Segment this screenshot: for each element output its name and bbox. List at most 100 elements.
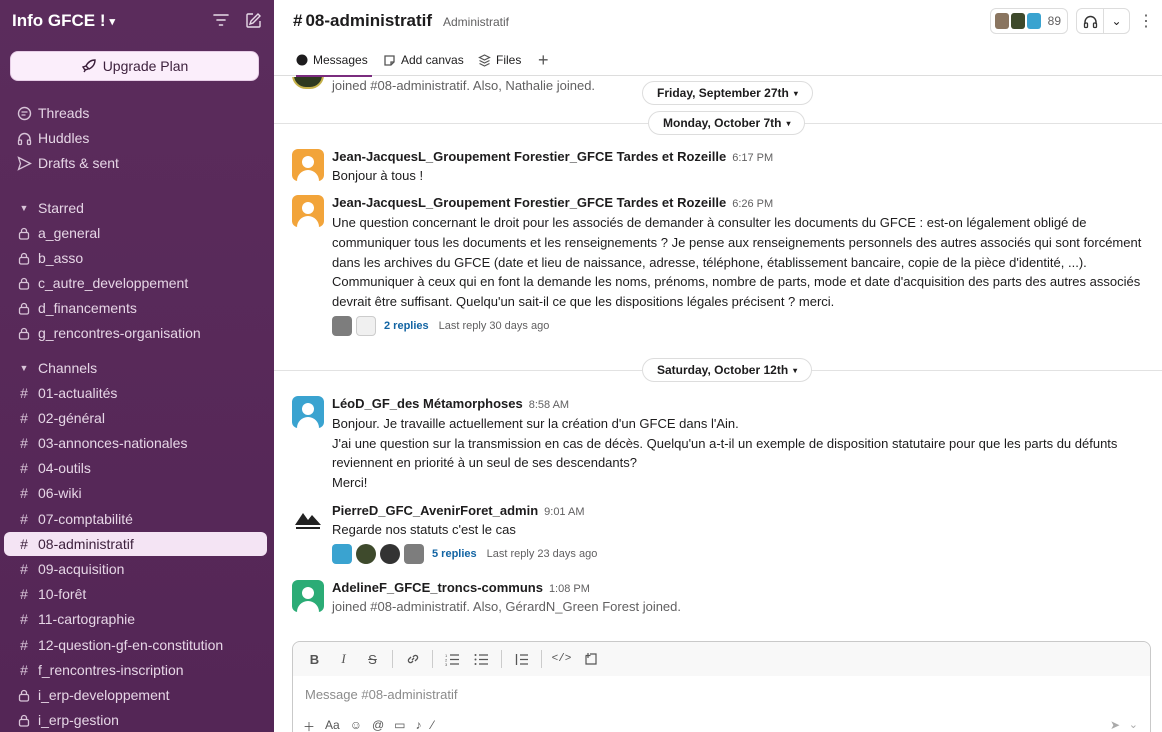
avatar[interactable]	[292, 149, 324, 181]
message-author[interactable]: Jean-JacquesL_Groupement Forestier_GFCE …	[332, 149, 773, 164]
message-text: communiquer tous les documents et les re…	[332, 235, 1142, 250]
sidebar-item-starred[interactable]: d_financements	[0, 296, 274, 320]
author-name[interactable]: Jean-JacquesL_Groupement Forestier_GFCE …	[332, 149, 726, 164]
message-composer[interactable]: B I S 123 </> Message #08-administratif …	[292, 641, 1151, 732]
workspace-switcher[interactable]: Info GFCE ! ▾	[12, 10, 115, 32]
separator	[501, 650, 502, 668]
date-divider[interactable]: Friday, September 27th ▾	[642, 81, 813, 105]
replies-link[interactable]: 2 replies	[384, 320, 429, 332]
sidebar-item-starred[interactable]: a_general	[0, 221, 274, 245]
sidebar-item-drafts[interactable]: Drafts & sent	[0, 151, 274, 175]
headphones-icon[interactable]	[1077, 9, 1103, 33]
sidebar-item-channel[interactable]: #04-outils	[0, 456, 274, 480]
sidebar-item-channel[interactable]: #02-général	[0, 406, 274, 430]
thread-summary[interactable]: 5 replies Last reply 23 days ago	[332, 544, 597, 564]
sidebar-item-channel[interactable]: #03-annonces-nationales	[0, 431, 274, 455]
author-name[interactable]: PierreD_GFC_AvenirForet_admin	[332, 503, 538, 518]
mention-icon[interactable]: @	[372, 718, 384, 732]
message-author[interactable]: AdelineF_GFCE_troncs-communs 1:08 PM	[332, 580, 590, 595]
channel-tabs: Messages Add canvas Files +	[274, 44, 1162, 77]
text-format-icon[interactable]: Aa	[325, 718, 340, 732]
message-input[interactable]: Message #08-administratif	[305, 687, 457, 702]
author-name[interactable]: Jean-JacquesL_Groupement Forestier_GFCE …	[332, 195, 726, 210]
author-name[interactable]: AdelineF_GFCE_troncs-communs	[332, 580, 543, 595]
bullet-list-icon[interactable]	[470, 648, 493, 670]
channel-title[interactable]: # 08-administratif	[293, 11, 432, 31]
chevron-down-icon[interactable]: ⌄	[1129, 718, 1138, 731]
avatar[interactable]	[292, 503, 324, 535]
strikethrough-icon[interactable]: S	[361, 648, 384, 670]
date-divider[interactable]: Saturday, October 12th ▾	[642, 358, 813, 382]
message-text: Communiquer à ceux qui en font la demand…	[332, 274, 1141, 289]
sidebar-item-channel[interactable]: #09-acquisition	[0, 557, 274, 581]
formatting-toolbar: B I S 123 </>	[293, 642, 1150, 676]
message-author[interactable]: PierreD_GFC_AvenirForet_admin 9:01 AM	[332, 503, 585, 518]
message-author[interactable]: Jean-JacquesL_Groupement Forestier_GFCE …	[332, 195, 773, 210]
more-options-icon[interactable]: ⋮	[1138, 11, 1154, 31]
sidebar-item-threads[interactable]: Threads	[0, 101, 274, 125]
message-time[interactable]: 8:58 AM	[529, 399, 569, 411]
compose-icon[interactable]	[244, 11, 262, 29]
filter-icon[interactable]	[212, 11, 230, 29]
emoji-icon[interactable]: ☺	[350, 718, 362, 732]
tab-files[interactable]: Files	[478, 44, 521, 76]
code-icon[interactable]: </>	[550, 648, 573, 670]
sidebar-item-channel[interactable]: #12-question-gf-en-constitution	[0, 633, 274, 657]
upgrade-plan-button[interactable]: Upgrade Plan	[10, 51, 259, 81]
date-divider[interactable]: Monday, October 7th ▾	[648, 111, 806, 135]
sidebar-item-label: 03-annonces-nationales	[38, 435, 188, 451]
caret-down-icon: ▼	[19, 203, 29, 213]
sidebar-item-label: 04-outils	[38, 460, 91, 476]
ordered-list-icon[interactable]: 123	[441, 648, 464, 670]
sidebar-item-channel[interactable]: #10-forêt	[0, 582, 274, 606]
member-avatar	[1026, 13, 1041, 29]
chevron-down-icon: ▾	[793, 365, 798, 375]
hash-icon: #	[293, 11, 303, 30]
author-name[interactable]: LéoD_GF_des Métamorphoses	[332, 396, 523, 411]
sidebar-item-channel[interactable]: i_erp-gestion	[0, 708, 274, 732]
tab-add-canvas[interactable]: Add canvas	[383, 44, 464, 76]
sidebar-item-channel[interactable]: i_erp-developpement	[0, 683, 274, 707]
video-icon[interactable]: ▭	[394, 718, 405, 732]
tab-messages[interactable]: Messages	[296, 44, 372, 77]
section-channels[interactable]: ▼ Channels	[0, 356, 274, 380]
avatar[interactable]	[292, 77, 324, 89]
avatar[interactable]	[292, 580, 324, 612]
slash-command-icon[interactable]: ⁄	[432, 718, 434, 732]
sidebar-item-huddles[interactable]: Huddles	[0, 126, 274, 150]
send-icon	[16, 155, 32, 171]
sidebar-item-starred[interactable]: b_asso	[0, 246, 274, 270]
avatar[interactable]	[292, 396, 324, 428]
code-block-icon[interactable]	[579, 648, 602, 670]
message-time[interactable]: 6:26 PM	[732, 198, 773, 210]
link-icon[interactable]	[401, 648, 424, 670]
blockquote-icon[interactable]	[510, 648, 533, 670]
sidebar-item-starred[interactable]: c_autre_developpement	[0, 271, 274, 295]
message-author[interactable]: LéoD_GF_des Métamorphoses 8:58 AM	[332, 396, 569, 411]
sidebar-item-channel[interactable]: #11-cartographie	[0, 607, 274, 631]
sidebar-item-starred[interactable]: g_rencontres-organisation	[0, 321, 274, 345]
send-icon[interactable]: ➤	[1110, 718, 1120, 732]
sidebar-item-channel[interactable]: #07-comptabilité	[0, 507, 274, 531]
add-tab-icon[interactable]: +	[538, 44, 549, 76]
sidebar: Info GFCE ! ▾ Upgrade Plan Threads Huddl…	[0, 0, 274, 732]
sidebar-item-channel-active[interactable]: #08-administratif	[4, 532, 267, 556]
sidebar-item-channel[interactable]: # f_rencontres-inscription	[0, 658, 274, 682]
lock-icon	[16, 227, 32, 240]
replies-link[interactable]: 5 replies	[432, 548, 477, 560]
huddle-button[interactable]: ⌄	[1076, 8, 1130, 34]
bold-icon[interactable]: B	[303, 648, 326, 670]
sidebar-item-channel[interactable]: #06-wiki	[0, 481, 274, 505]
microphone-icon[interactable]: ♪	[416, 718, 422, 732]
thread-summary[interactable]: 2 replies Last reply 30 days ago	[332, 316, 549, 336]
section-starred[interactable]: ▼ Starred	[0, 196, 274, 220]
plus-icon[interactable]: ＋	[303, 718, 315, 732]
message-time[interactable]: 1:08 PM	[549, 583, 590, 595]
italic-icon[interactable]: I	[332, 648, 355, 670]
chevron-down-icon[interactable]: ⌄	[1103, 9, 1129, 33]
message-time[interactable]: 6:17 PM	[732, 152, 773, 164]
avatar[interactable]	[292, 195, 324, 227]
members-button[interactable]: 89	[989, 8, 1068, 34]
message-time[interactable]: 9:01 AM	[544, 506, 584, 518]
sidebar-item-channel[interactable]: #01-actualités	[0, 381, 274, 405]
